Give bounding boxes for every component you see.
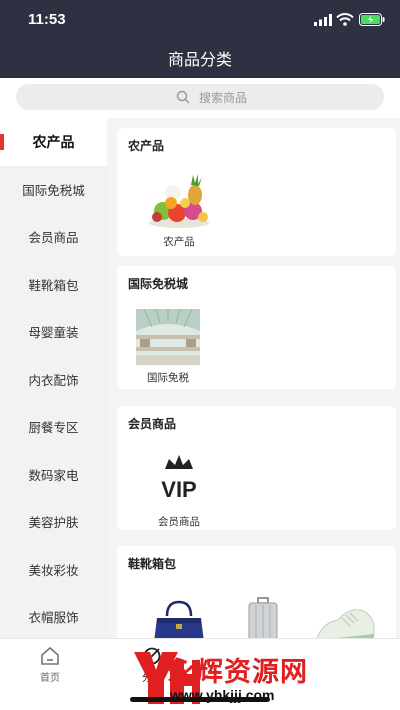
wifi-icon xyxy=(336,13,354,26)
search-bar: 搜索商品 xyxy=(0,78,400,118)
sidebar-item-label: 鞋靴箱包 xyxy=(28,277,79,293)
status-time: 11:53 xyxy=(28,11,66,28)
category-item[interactable]: 农产品 xyxy=(146,173,212,249)
sidebar-item-makeup[interactable]: 美妆彩妆 xyxy=(0,546,107,594)
sidebar-item-shoes-bags[interactable]: 鞋靴箱包 xyxy=(0,261,107,309)
search-icon xyxy=(176,90,190,104)
tab-home[interactable]: 首页 xyxy=(20,645,80,684)
sidebar-item-label: 农产品 xyxy=(32,134,75,151)
vip-crown-image: VIP xyxy=(161,455,197,502)
sidebar-item-duty-free[interactable]: 国际免税城 xyxy=(0,166,107,214)
section-title: 鞋靴箱包 xyxy=(128,557,177,571)
category-item-label: 农产品 xyxy=(163,236,195,248)
category-item-label: 国际免税 xyxy=(147,372,189,384)
sidebar-item-baby-kids[interactable]: 母婴童装 xyxy=(0,308,107,356)
category-item[interactable] xyxy=(146,596,212,638)
tab-home-label: 首页 xyxy=(40,673,60,684)
sidebar-item-label: 母婴童装 xyxy=(28,325,79,341)
search-input[interactable]: 搜索商品 xyxy=(16,84,384,110)
home-indicator xyxy=(130,697,270,702)
section-card: 会员商品 VIP 会员商品 xyxy=(117,406,396,530)
sidebar-item-label: 国际免税城 xyxy=(22,182,85,198)
category-content: 农产品 农产品 国际免税城 国际免税 会员商品 VIP 会员商品 鞋靴箱包 xyxy=(107,118,400,638)
sidebar-item-label: 衣帽服饰 xyxy=(28,610,79,626)
sidebar-item-label: 美妆彩妆 xyxy=(28,562,79,578)
search-placeholder: 搜索商品 xyxy=(199,91,248,105)
sidebar-item-skincare[interactable]: 美容护肤 xyxy=(0,498,107,546)
section-title: 会员商品 xyxy=(128,417,177,431)
sidebar-item-label: 厨餐专区 xyxy=(28,420,79,436)
category-sidebar: 农产品 国际免税城 会员商品 鞋靴箱包 母婴童装 内衣配饰 厨餐专区 数码家电 … xyxy=(0,118,107,638)
sneaker-image xyxy=(317,609,375,638)
handbag-image xyxy=(154,600,204,638)
sidebar-item-label: 美容护肤 xyxy=(28,515,79,531)
sidebar-item-digital[interactable]: 数码家电 xyxy=(0,451,107,499)
home-icon xyxy=(41,646,59,665)
watermark-text: 永辉资源网 xyxy=(168,657,308,688)
app-header: 11:53 商品分类 xyxy=(0,0,400,78)
sidebar-item-label: 会员商品 xyxy=(28,230,79,246)
status-bar: 11:53 xyxy=(0,0,400,40)
battery-icon xyxy=(359,13,385,26)
signal-icon xyxy=(314,14,332,26)
mall-interior-image xyxy=(136,309,200,365)
section-card: 农产品 农产品 xyxy=(117,128,396,256)
sidebar-item-member[interactable]: 会员商品 xyxy=(0,213,107,261)
category-item[interactable] xyxy=(313,596,379,638)
section-title: 国际免税城 xyxy=(128,277,189,291)
section-title: 农产品 xyxy=(128,139,165,153)
fruit-basket-image xyxy=(149,174,209,228)
sidebar-item-apparel[interactable]: 衣帽服饰 xyxy=(0,593,107,638)
sidebar-item-label: 数码家电 xyxy=(28,467,79,483)
suitcase-image xyxy=(248,597,278,638)
category-item[interactable]: VIP 会员商品 xyxy=(146,453,212,529)
category-item[interactable] xyxy=(230,596,296,638)
vip-text: VIP xyxy=(161,477,196,502)
page-title: 商品分类 xyxy=(167,50,232,69)
sidebar-item-label: 内衣配饰 xyxy=(28,372,79,388)
category-item[interactable]: 国际免税 xyxy=(135,309,201,385)
sidebar-item-agricultural[interactable]: 农产品 xyxy=(0,118,107,166)
section-card: 国际免税城 国际免税 xyxy=(117,266,396,389)
section-card: 鞋靴箱包 xyxy=(117,546,396,638)
sidebar-item-underwear[interactable]: 内衣配饰 xyxy=(0,356,107,404)
sidebar-item-kitchen[interactable]: 厨餐专区 xyxy=(0,403,107,451)
category-item-label: 会员商品 xyxy=(158,516,200,528)
